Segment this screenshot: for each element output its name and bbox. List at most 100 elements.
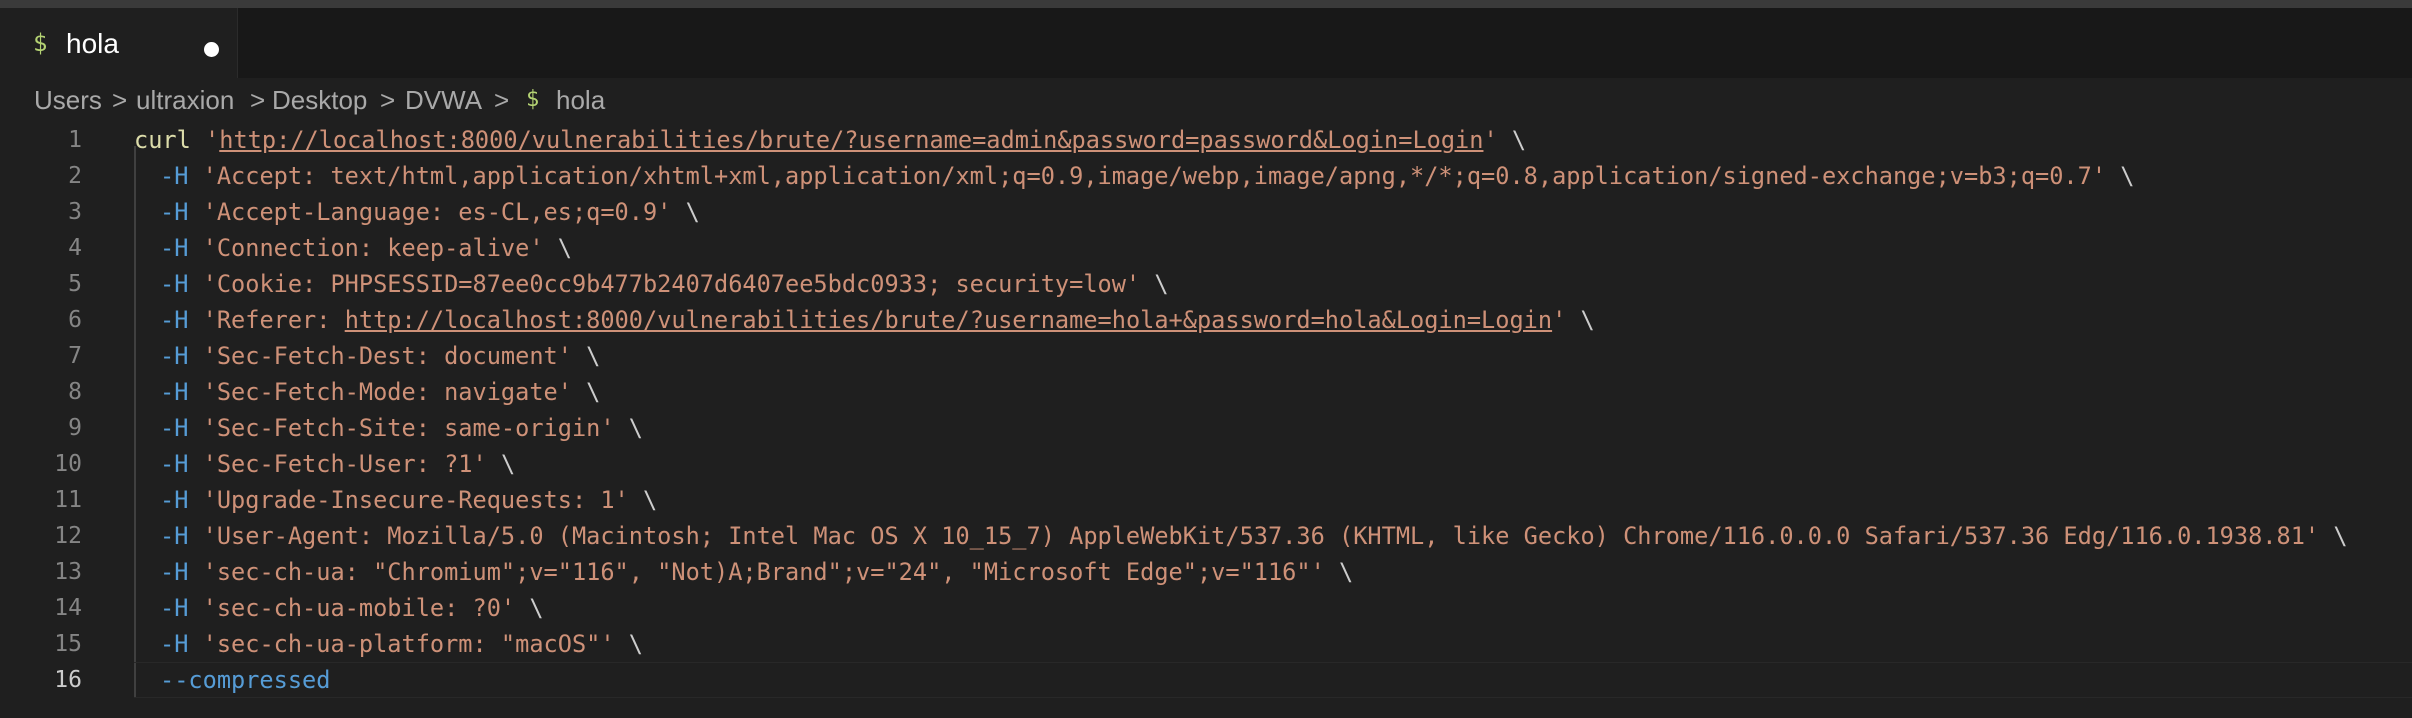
flag-token: -H — [160, 414, 189, 442]
line-continuation: \ — [571, 342, 601, 370]
string-token: ' — [190, 126, 220, 154]
line-number: 11 — [54, 487, 82, 513]
line-number: 3 — [68, 199, 82, 225]
code-text: -H 'sec-ch-ua: "Chromium";v="116", "Not)… — [160, 554, 1353, 590]
flag-token: --compressed — [160, 666, 331, 694]
command-token: curl — [134, 126, 191, 154]
flag-token: -H — [160, 342, 189, 370]
unsaved-dot-icon[interactable] — [204, 42, 219, 57]
window-top-strip — [0, 0, 2412, 8]
breadcrumb-separator-icon: > — [380, 85, 396, 115]
breadcrumb-item-dvwa[interactable]: DVWA — [405, 84, 482, 116]
line-number: 16 — [54, 667, 82, 693]
flag-token: -H — [160, 522, 189, 550]
breadcrumb-separator-icon: > — [494, 85, 510, 115]
flag-token: -H — [160, 486, 189, 514]
code-line[interactable]: 1 curl 'http://localhost:8000/vulnerabili… — [0, 122, 2412, 158]
line-number: 7 — [68, 343, 82, 369]
line-number: 8 — [68, 379, 82, 405]
string-token: 'Accept-Language: es-CL,es;q=0.9' — [188, 198, 672, 226]
code-line[interactable]: 12 -H 'User-Agent: Mozilla/5.0 (Macintosh… — [0, 518, 2412, 554]
code-line[interactable]: 16 --compressed — [0, 662, 2412, 698]
breadcrumb-item-users[interactable]: Users — [34, 84, 102, 116]
string-token: 'User-Agent: Mozilla/5.0 (Macintosh; Int… — [188, 522, 2320, 550]
code-line[interactable]: 10 -H 'Sec-Fetch-User: ?1' \ — [0, 446, 2412, 482]
string-token: 'Sec-Fetch-User: ?1' — [188, 450, 487, 478]
line-number: 9 — [68, 415, 82, 441]
breadcrumb: Users > ultraxion > Desktop > DVWA > $ h… — [0, 78, 2412, 122]
string-token: 'Referer: — [188, 306, 345, 334]
code-text: -H 'Sec-Fetch-Site: same-origin' \ — [160, 410, 643, 446]
code-text: -H 'Connection: keep-alive' \ — [160, 230, 572, 266]
line-number: 10 — [54, 451, 82, 477]
flag-token: -H — [160, 594, 189, 622]
code-text: --compressed — [160, 662, 330, 698]
line-continuation: \ — [571, 378, 601, 406]
line-number: 15 — [54, 631, 82, 657]
code-line[interactable]: 13 -H 'sec-ch-ua: "Chromium";v="116", "No… — [0, 554, 2412, 590]
code-editor[interactable]: 1 curl 'http://localhost:8000/vulnerabili… — [0, 122, 2412, 700]
code-text: curl 'http://localhost:8000/vulnerabilit… — [134, 122, 1526, 158]
line-continuation: \ — [614, 414, 643, 442]
code-line[interactable]: 14 -H 'sec-ch-ua-mobile: ?0' \ — [0, 590, 2412, 626]
code-line[interactable]: 9 -H 'Sec-Fetch-Site: same-origin' \ — [0, 410, 2412, 446]
code-line[interactable]: 7 -H 'Sec-Fetch-Dest: document' \ — [0, 338, 2412, 374]
code-text: -H 'Sec-Fetch-Mode: navigate' \ — [160, 374, 600, 410]
line-number: 1 — [68, 127, 82, 153]
flag-token: -H — [160, 162, 189, 190]
flag-token: -H — [160, 234, 189, 262]
string-token: 'Sec-Fetch-Dest: document' — [188, 342, 572, 370]
breadcrumb-item-desktop[interactable]: Desktop — [272, 84, 367, 116]
string-token: 'Upgrade-Insecure-Requests: 1' — [188, 486, 629, 514]
code-text: -H 'User-Agent: Mozilla/5.0 (Macintosh; … — [160, 518, 2348, 554]
terminal-dollar-icon: $ — [526, 87, 540, 112]
flag-token: -H — [160, 450, 189, 478]
code-text: -H 'Accept: text/html,application/xhtml+… — [160, 158, 2134, 194]
tab-label: hola — [66, 28, 119, 59]
code-line[interactable]: 2 -H 'Accept: text/html,application/xhtml… — [0, 158, 2412, 194]
line-number: 6 — [68, 307, 82, 333]
breadcrumb-separator-icon: > — [250, 85, 266, 115]
breadcrumb-item-ultraxion[interactable]: ultraxion — [136, 84, 234, 116]
editor-tab-bar: $ hola — [0, 8, 2412, 78]
flag-token: -H — [160, 378, 189, 406]
code-line[interactable]: 4 -H 'Connection: keep-alive' \ — [0, 230, 2412, 266]
code-line[interactable]: 8 -H 'Sec-Fetch-Mode: navigate' \ — [0, 374, 2412, 410]
line-continuation: \ — [2106, 162, 2135, 190]
url-link[interactable]: http://localhost:8000/vulnerabilities/br… — [219, 126, 1483, 154]
code-text: -H 'Sec-Fetch-User: ?1' \ — [160, 446, 515, 482]
line-continuation: \ — [671, 198, 700, 226]
code-line[interactable]: 15 -H 'sec-ch-ua-platform: "macOS"' \ — [0, 626, 2412, 662]
string-token: 'sec-ch-ua: "Chromium";v="116", "Not)A;B… — [188, 558, 1325, 586]
line-continuation: \ — [1566, 306, 1595, 334]
breadcrumb-item-file[interactable]: hola — [556, 84, 605, 116]
string-token: 'sec-ch-ua-mobile: ?0' — [188, 594, 516, 622]
line-continuation: \ — [1140, 270, 1169, 298]
string-token: 'Sec-Fetch-Mode: navigate' — [188, 378, 572, 406]
code-line[interactable]: 3 -H 'Accept-Language: es-CL,es;q=0.9' \ — [0, 194, 2412, 230]
code-text: -H 'Sec-Fetch-Dest: document' \ — [160, 338, 600, 374]
code-line[interactable]: 5 -H 'Cookie: PHPSESSID=87ee0cc9b477b2407… — [0, 266, 2412, 302]
line-continuation: \ — [614, 630, 643, 658]
line-number: 2 — [68, 163, 82, 189]
code-line[interactable]: 11 -H 'Upgrade-Insecure-Requests: 1' \ — [0, 482, 2412, 518]
url-link[interactable]: http://localhost:8000/vulnerabilities/br… — [345, 306, 1552, 334]
line-continuation: \ — [1497, 126, 1527, 154]
code-text: -H 'Accept-Language: es-CL,es;q=0.9' \ — [160, 194, 700, 230]
code-text: -H 'sec-ch-ua-platform: "macOS"' \ — [160, 626, 643, 662]
code-text: -H 'Referer: http://localhost:8000/vulne… — [160, 302, 1595, 338]
string-token: 'sec-ch-ua-platform: "macOS"' — [188, 630, 615, 658]
tab-hola[interactable]: $ hola — [0, 8, 238, 78]
flag-token: -H — [160, 630, 189, 658]
code-text: -H 'sec-ch-ua-mobile: ?0' \ — [160, 590, 544, 626]
line-continuation: \ — [628, 486, 658, 514]
string-token: ' — [1552, 306, 1567, 334]
flag-token: -H — [160, 270, 189, 298]
line-continuation: \ — [543, 234, 572, 262]
string-token: 'Sec-Fetch-Site: same-origin' — [188, 414, 615, 442]
code-line[interactable]: 6 -H 'Referer: http://localhost:8000/vuln… — [0, 302, 2412, 338]
string-token: 'Connection: keep-alive' — [188, 234, 544, 262]
flag-token: -H — [160, 306, 189, 334]
line-number: 12 — [54, 523, 82, 549]
line-number: 4 — [68, 235, 82, 261]
